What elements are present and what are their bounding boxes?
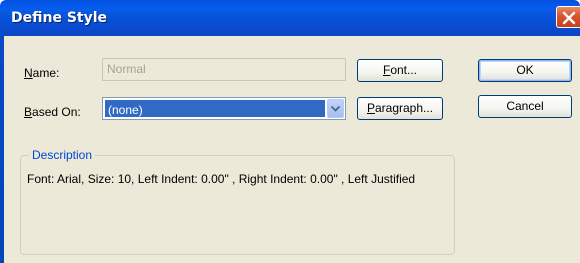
window-title: Define Style [11, 10, 108, 26]
description-group [20, 155, 455, 255]
close-icon [562, 11, 576, 25]
dialog-body: Name: Normal Based On: (none) Font... Pa… [4, 36, 580, 263]
close-button[interactable] [556, 6, 580, 28]
based-on-selected-value: (none) [105, 100, 325, 117]
cancel-button[interactable]: Cancel [478, 95, 572, 118]
define-style-dialog: Define Style Name: Normal Based On: (non… [0, 0, 580, 263]
paragraph-button[interactable]: Paragraph... [357, 97, 443, 120]
name-field[interactable]: Normal [102, 58, 346, 81]
dropdown-button[interactable] [327, 99, 344, 118]
ok-button[interactable]: OK [478, 59, 572, 82]
font-button[interactable]: Font... [357, 59, 443, 82]
name-label: Name: [24, 66, 60, 80]
description-text: Font: Arial, Size: 10, Left Indent: 0.00… [27, 172, 416, 186]
based-on-dropdown[interactable]: (none) [102, 97, 346, 120]
title-bar[interactable]: Define Style [0, 0, 580, 36]
chevron-down-icon [331, 106, 340, 112]
based-on-label: Based On: [24, 105, 81, 119]
description-caption: Description [29, 148, 96, 162]
